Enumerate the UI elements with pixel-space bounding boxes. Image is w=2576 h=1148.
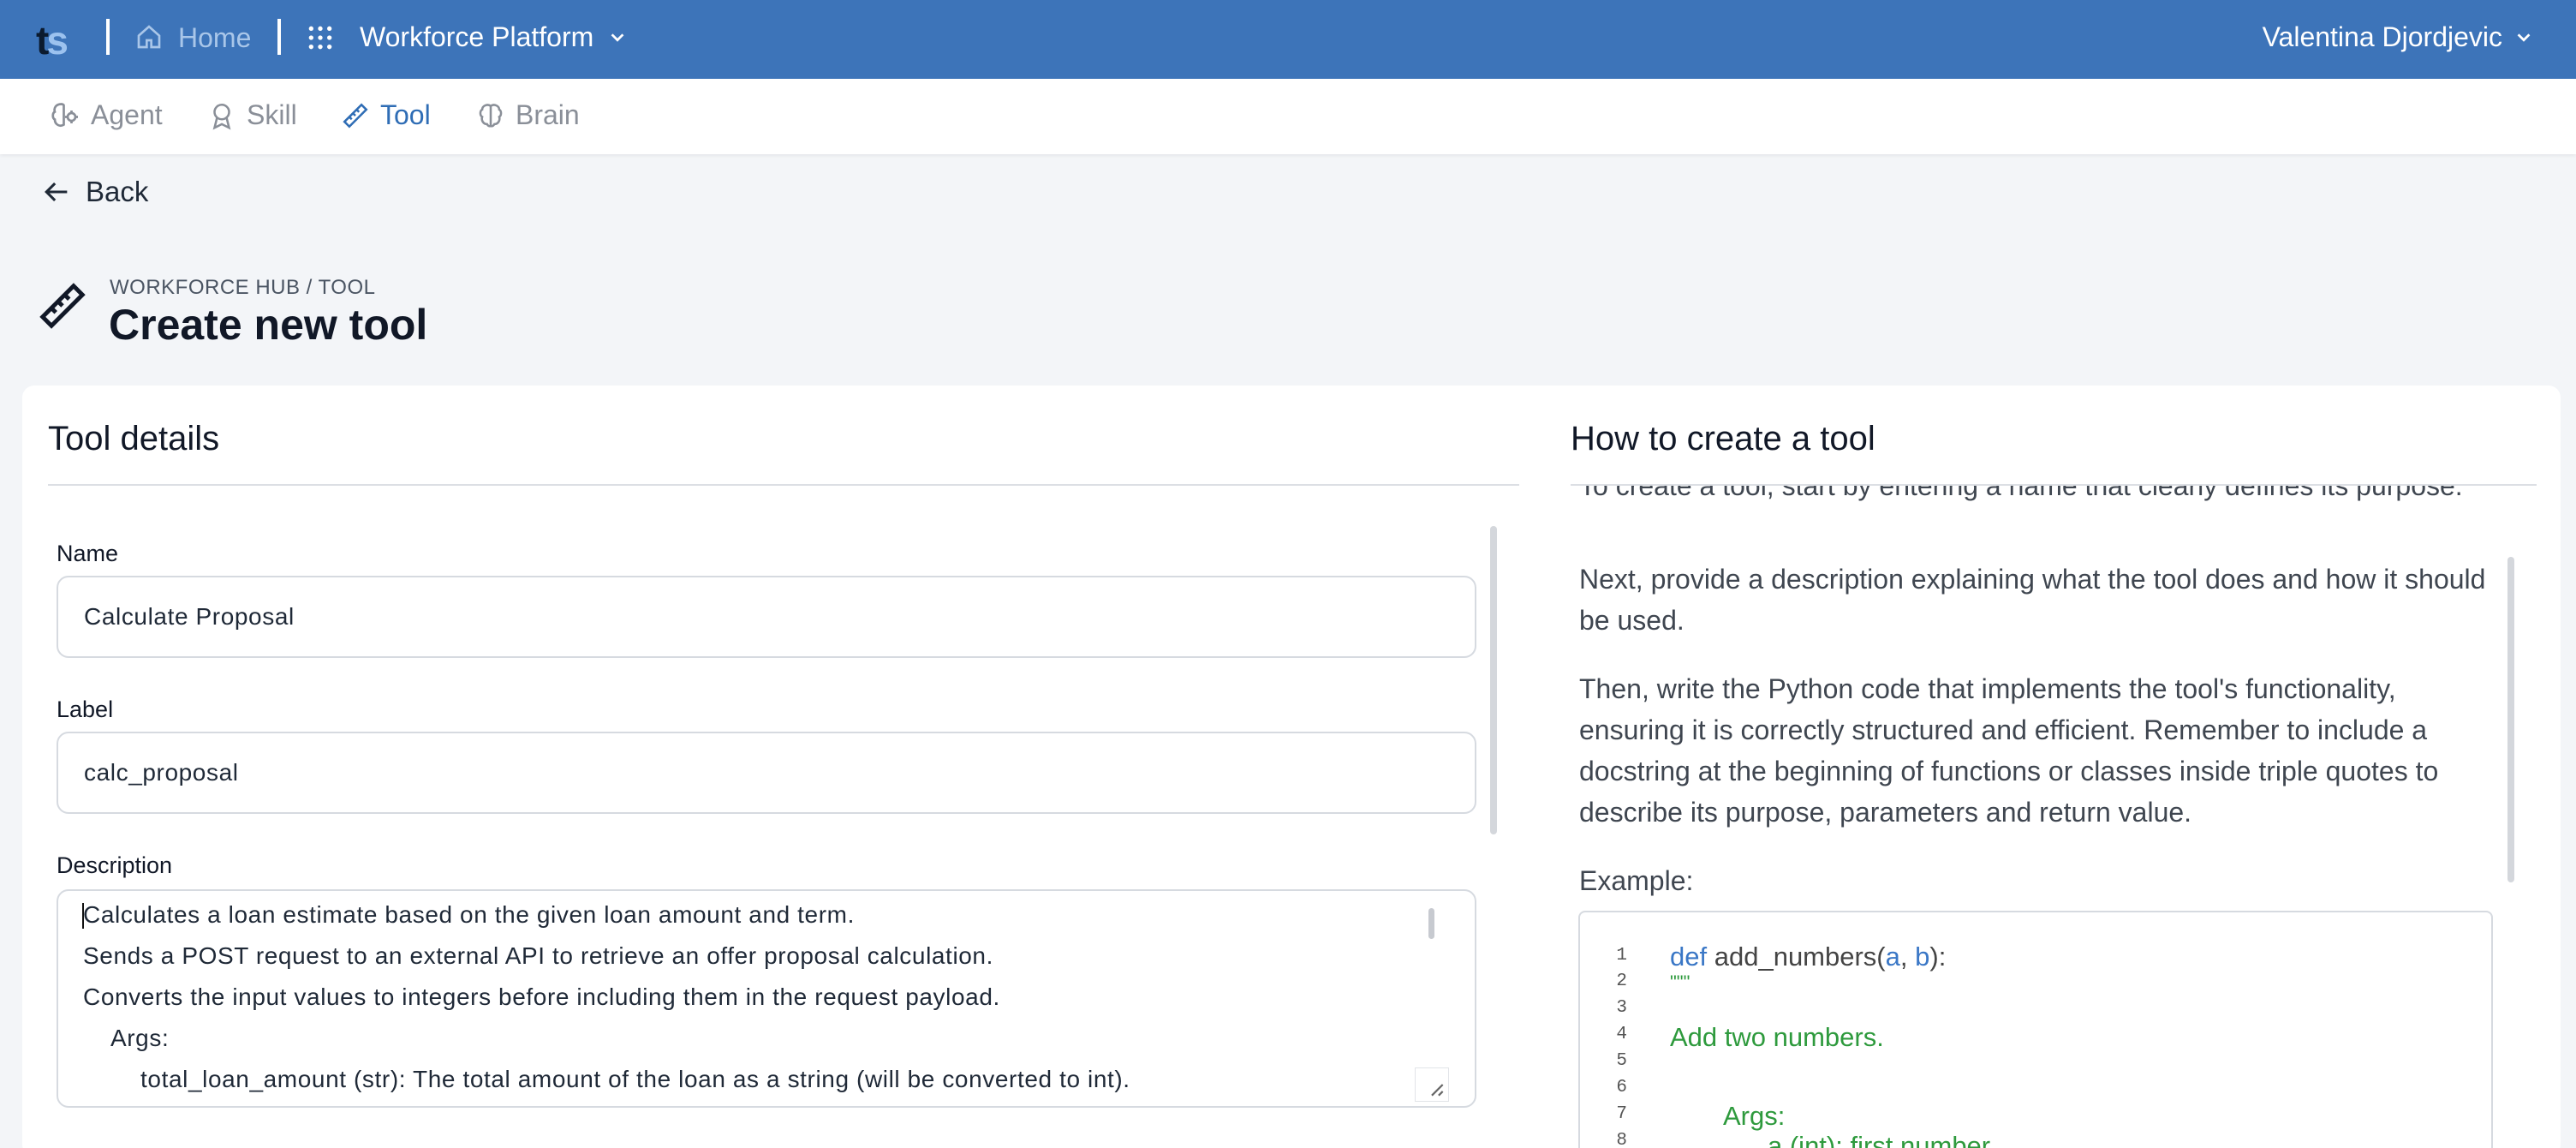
code-line: Add two numbers. [1670, 1022, 1884, 1052]
chevron-down-icon[interactable] [2514, 28, 2533, 51]
separator [106, 19, 110, 55]
description-label: Description [57, 852, 173, 878]
top-bar: ts Home Workforce Platform Valentina Djo… [0, 0, 2576, 79]
apps-grid-icon[interactable] [307, 24, 334, 56]
section-nav: Agent Skill Tool Brain [0, 79, 2576, 154]
tab-label: Tool [380, 99, 431, 130]
line-number: 1 [1616, 946, 1627, 966]
code-line: """ [1670, 972, 1690, 993]
tab-tool[interactable]: Tool [341, 99, 431, 131]
ruler-icon [343, 102, 368, 129]
help-scrollbar[interactable] [2507, 557, 2514, 882]
brain-gear-icon [51, 102, 78, 127]
label-input[interactable] [57, 732, 1476, 814]
back-button[interactable]: Back [41, 176, 148, 208]
tab-label: Brain [516, 99, 580, 130]
code-clip: a (int): first number [1747, 1136, 2432, 1148]
chevron-down-icon[interactable] [608, 28, 627, 51]
help-paragraph: To create a tool, start by entering a na… [1579, 486, 2463, 501]
platform-switcher[interactable]: Workforce Platform [360, 21, 593, 53]
divider [48, 484, 1519, 486]
description-line: Converts the input values to integers be… [83, 984, 1000, 1010]
name-input[interactable] [57, 576, 1476, 658]
line-number: 6 [1616, 1078, 1627, 1097]
breadcrumb: WORKFORCE HUB / TOOL [110, 276, 376, 299]
app-logo[interactable]: ts [36, 17, 69, 63]
help-paragraph: Next, provide a description explaining w… [1579, 564, 2486, 636]
tab-brain[interactable]: Brain [476, 99, 580, 131]
arrow-left-icon [45, 182, 68, 202]
award-icon [212, 103, 231, 130]
line-number: 8 [1616, 1131, 1627, 1148]
line-number: 5 [1616, 1051, 1627, 1071]
code-line: def add_numbers(a, b): [1670, 942, 1947, 972]
tool-details-title: Tool details [48, 420, 220, 457]
form-scrollbar[interactable] [1490, 526, 1497, 834]
code-line: Args: [1723, 1101, 1786, 1131]
tab-skill[interactable]: Skill [207, 99, 297, 131]
description-line: total_loan_amount (str): The total amoun… [83, 1066, 1130, 1092]
brain-icon [479, 103, 503, 128]
home-link[interactable]: Home [178, 22, 251, 54]
example-label: Example: [1579, 865, 1694, 896]
text-caret [82, 903, 84, 929]
textarea-scrollbar[interactable] [1428, 908, 1434, 939]
line-number: 2 [1616, 972, 1627, 991]
line-number: 7 [1616, 1104, 1627, 1124]
name-label: Name [57, 541, 119, 566]
resize-handle-icon[interactable] [1415, 1067, 1449, 1102]
description-line: Sends a POST request to an external API … [83, 942, 993, 969]
ruler-icon [36, 279, 89, 337]
description-line: Args: [83, 1025, 170, 1051]
tab-label: Agent [91, 99, 163, 130]
home-icon[interactable] [135, 22, 163, 56]
help-title: How to create a tool [1571, 420, 1875, 457]
back-label: Back [86, 176, 149, 207]
line-number: 4 [1616, 1025, 1627, 1044]
help-paragraph: Then, write the Python code that impleme… [1579, 673, 2439, 828]
line-number: 3 [1616, 998, 1627, 1018]
code-line: a (int): first number [1768, 1136, 1990, 1148]
tab-label: Skill [247, 99, 297, 130]
separator [277, 19, 281, 55]
label-label: Label [57, 697, 114, 722]
help-clip: To create a tool, start by entering a na… [1571, 486, 2513, 525]
user-menu[interactable]: Valentina Djordjevic [2263, 21, 2502, 53]
description-line: Calculates a loan estimate based on the … [83, 901, 855, 928]
tab-agent[interactable]: Agent [50, 99, 163, 131]
page-title: Create new tool [109, 301, 428, 349]
